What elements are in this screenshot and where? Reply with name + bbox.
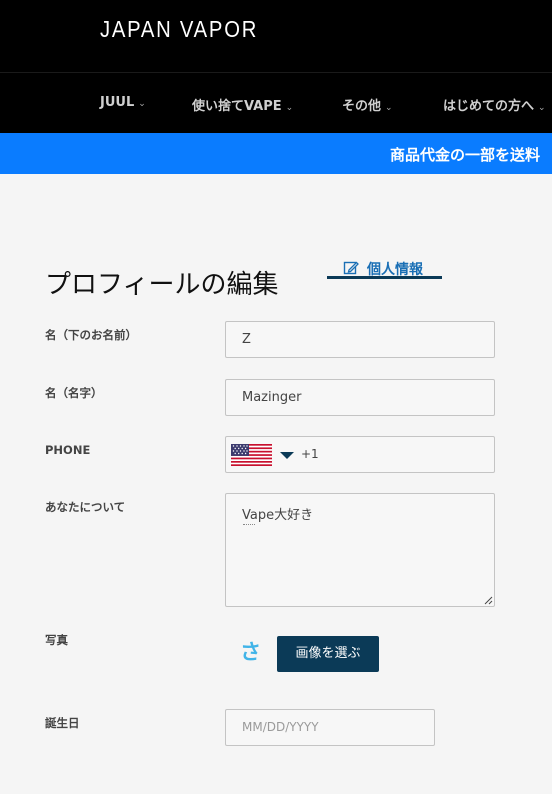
nav-item-first-time[interactable]: はじめての方へ ⌄: [443, 95, 546, 114]
last-name-label: 名（名字）: [45, 386, 103, 400]
nav-item-label: JUUL: [100, 95, 135, 110]
chevron-down-icon: ⌄: [538, 103, 546, 113]
first-name-field[interactable]: Z: [225, 321, 495, 358]
promo-banner: 商品代金の一部を送料: [0, 133, 552, 174]
promo-banner-text: 商品代金の一部を送料: [390, 146, 541, 164]
page-title: プロフィールの編集: [45, 270, 279, 300]
first-name-label: 名（下のお名前）: [45, 328, 137, 342]
caret-down-icon[interactable]: [280, 452, 294, 459]
photo-label: 写真: [45, 633, 68, 647]
site-logo[interactable]: JAPAN VAPOR: [100, 16, 258, 43]
chevron-down-icon: ⌄: [385, 103, 393, 113]
nav-item-juul[interactable]: JUUL ⌄: [100, 95, 146, 110]
last-name-field[interactable]: Mazinger: [225, 379, 495, 416]
dial-code: +1: [301, 447, 319, 461]
us-flag-icon[interactable]: [231, 444, 272, 466]
nav-item-label: 使い捨てVAPE: [192, 99, 282, 114]
choose-image-button[interactable]: 画像を選ぶ: [277, 636, 379, 672]
birthday-label: 誕生日: [45, 716, 80, 730]
site-header: JAPAN VAPOR: [0, 0, 552, 73]
personal-info-link[interactable]: 個人情報: [327, 258, 442, 279]
about-text: Vape大好き: [242, 508, 314, 523]
chevron-down-icon: ⌄: [138, 99, 146, 109]
nav-item-other[interactable]: その他 ⌄: [342, 95, 393, 114]
about-textarea[interactable]: Vape大好き: [225, 493, 495, 607]
nav-item-label: はじめての方へ: [443, 99, 535, 114]
phone-field[interactable]: +1: [225, 436, 495, 473]
nav-item-label: その他: [342, 99, 382, 114]
edit-icon: [343, 261, 359, 275]
spellcheck-underline: [243, 524, 255, 525]
main-nav: JUUL ⌄ 使い捨てVAPE ⌄ その他 ⌄ はじめての方へ ⌄: [0, 73, 552, 133]
nav-item-disposable-vape[interactable]: 使い捨てVAPE ⌄: [192, 95, 293, 114]
resize-grip-icon[interactable]: [484, 596, 493, 605]
personal-info-label: 個人情報: [367, 262, 423, 278]
birthday-field[interactable]: MM/DD/YYYY: [225, 709, 435, 746]
phone-label: PHONE: [45, 443, 91, 457]
avatar-initial: さ: [240, 640, 261, 664]
chevron-down-icon: ⌄: [285, 103, 294, 113]
about-label: あなたについて: [45, 500, 126, 514]
